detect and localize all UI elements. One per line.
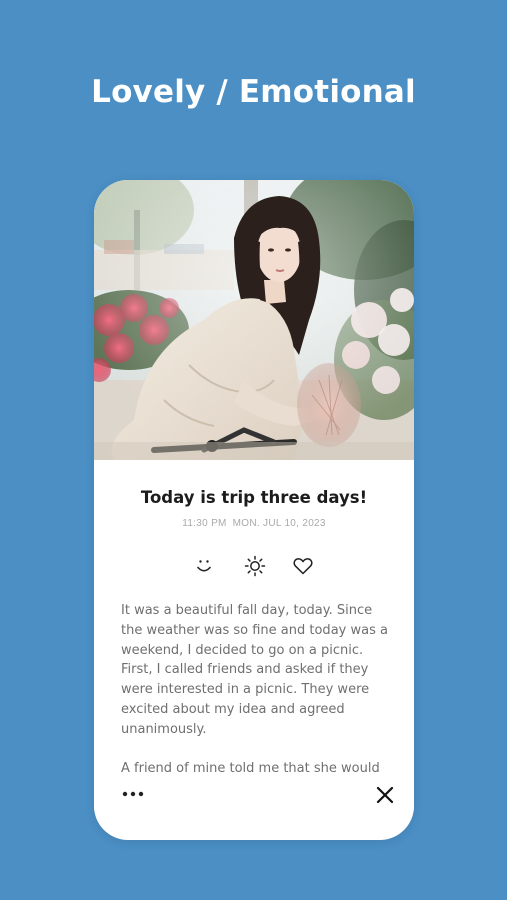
close-icon[interactable] — [374, 784, 396, 806]
entry-body: It was a beautiful fall day, today. Sinc… — [121, 601, 391, 777]
heart-icon[interactable] — [291, 554, 315, 578]
entry-meta-icons — [94, 554, 414, 578]
entry-paragraph: A friend of mine told me that she would — [121, 761, 380, 777]
promo-headline: Lovely / Emotional — [91, 74, 416, 110]
more-dots-icon[interactable] — [120, 782, 146, 806]
entry-date: MON. JUL 10, 2023 — [232, 518, 326, 529]
smile-icon[interactable] — [192, 554, 216, 578]
entry-toolbar — [94, 780, 414, 810]
entry-title: Today is trip three days! — [140, 488, 368, 507]
sun-icon[interactable] — [243, 554, 267, 578]
diary-entry-card: Today is trip three days! 11:30 PM MON. J… — [94, 180, 414, 840]
entry-datetime: 11:30 PM MON. JUL 10, 2023 — [94, 518, 414, 529]
promo-screen: Lovely / Emotional Today is trip three d… — [0, 0, 507, 900]
entry-time: 11:30 PM — [182, 518, 227, 529]
entry-paragraph: It was a beautiful fall day, today. Sinc… — [121, 603, 388, 737]
entry-photo — [94, 180, 414, 460]
